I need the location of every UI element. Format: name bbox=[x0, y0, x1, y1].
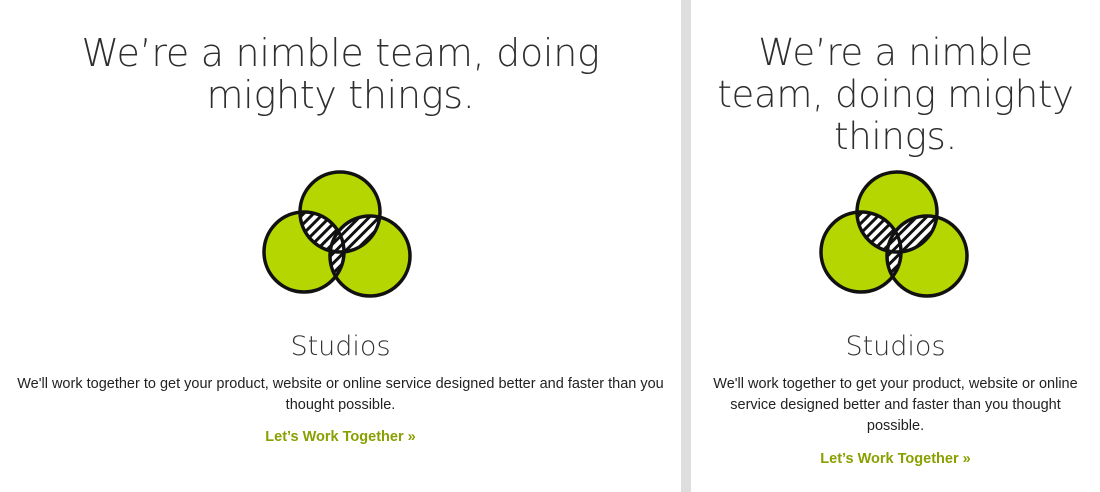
lets-work-together-link[interactable]: Let’s Work Together » bbox=[0, 427, 681, 447]
venn-diagram-icon bbox=[262, 170, 412, 298]
lets-work-together-link[interactable]: Let’s Work Together » bbox=[691, 449, 1100, 469]
headline: We’re a nimble team, doing mighty things… bbox=[81, 31, 600, 117]
venn-diagram-icon bbox=[819, 170, 969, 298]
section-title: Studios bbox=[845, 331, 946, 362]
comparison-stage: We’re a nimble team, doing mighty things… bbox=[0, 0, 1100, 492]
left-panel: We’re a nimble team, doing mighty things… bbox=[0, 0, 681, 492]
panel-divider bbox=[681, 0, 691, 492]
section-description: We'll work together to get your product,… bbox=[713, 376, 1078, 434]
right-panel: We’re a nimble team, doing mighty things… bbox=[691, 0, 1100, 492]
section-description: We'll work together to get your product,… bbox=[17, 376, 664, 413]
headline: We’re a nimble team, doing mighty things… bbox=[717, 31, 1074, 158]
section-title: Studios bbox=[290, 331, 391, 362]
